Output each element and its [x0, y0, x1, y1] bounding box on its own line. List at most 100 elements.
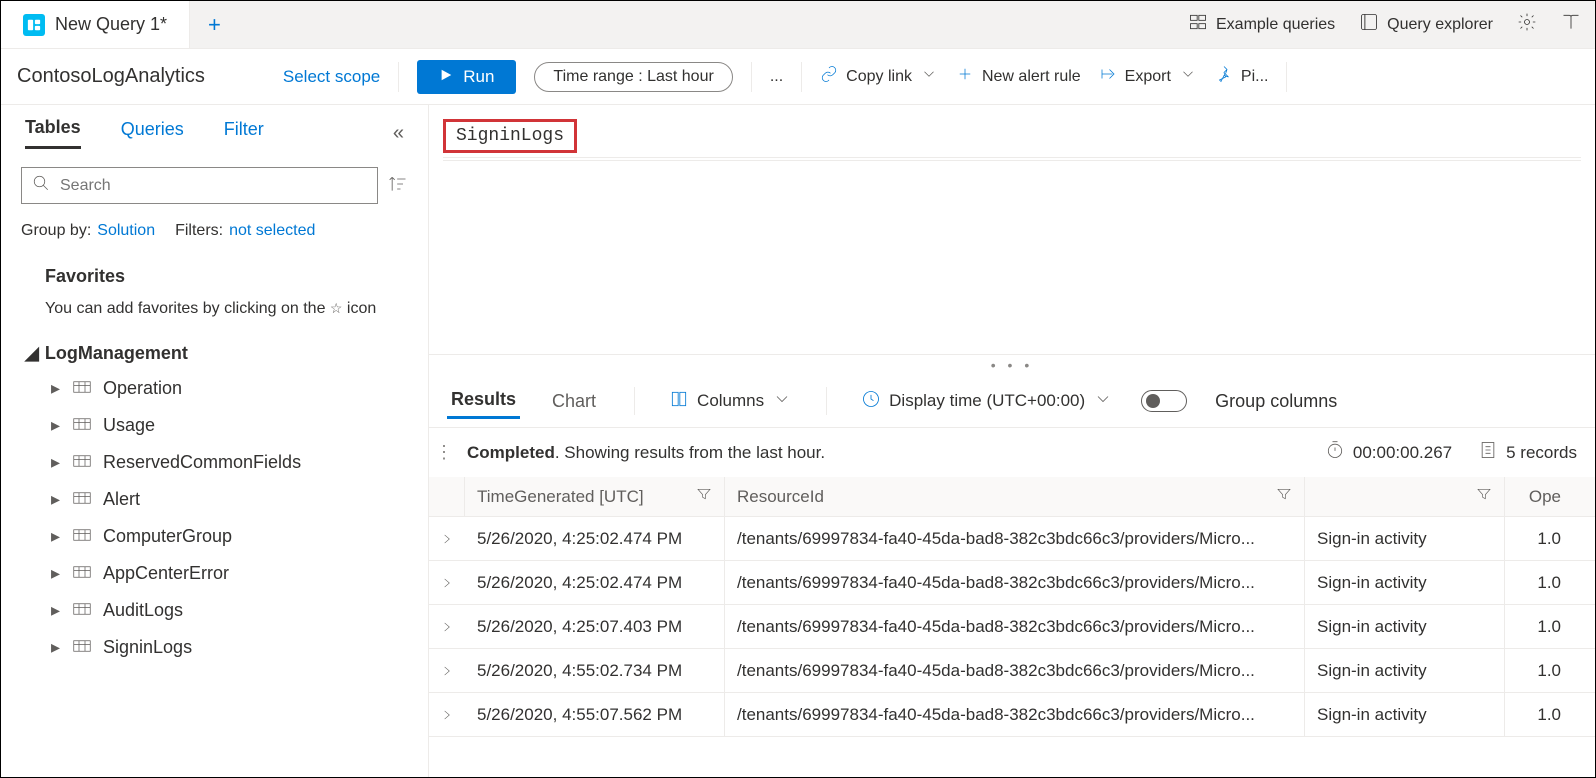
tab-queries[interactable]: Queries: [121, 119, 184, 148]
table-item-label: Usage: [103, 415, 155, 436]
col-header-resourceid[interactable]: ResourceId: [725, 477, 1305, 516]
splitter-handle[interactable]: • • •: [429, 355, 1595, 375]
cell-operationname: Sign-in activity: [1305, 517, 1505, 560]
table-icon: [73, 415, 91, 436]
pin-button[interactable]: Pi...: [1215, 65, 1269, 88]
expand-row-button[interactable]: [429, 517, 465, 560]
chevron-down-icon: [772, 389, 792, 414]
cell-resourceid: /tenants/69997834-fa40-45da-bad8-382c3bd…: [725, 693, 1305, 736]
copy-link-button[interactable]: Copy link: [820, 65, 938, 88]
col-header-timegenerated[interactable]: TimeGenerated [UTC]: [465, 477, 725, 516]
search-input[interactable]: [21, 167, 378, 204]
caret-right-icon: ▸: [51, 637, 61, 658]
cell-number: 1.0: [1505, 517, 1573, 560]
example-queries-button[interactable]: Example queries: [1188, 12, 1335, 37]
export-button[interactable]: Export: [1099, 65, 1197, 88]
new-alert-rule-button[interactable]: New alert rule: [956, 65, 1081, 88]
display-time-label: Display time (UTC+00:00): [889, 391, 1085, 411]
query-text-highlight: SigninLogs: [443, 119, 577, 153]
col-header-operationname[interactable]: [1305, 477, 1505, 516]
chevron-down-icon: [1093, 389, 1113, 414]
table-item[interactable]: ▸Operation: [51, 370, 404, 407]
group-by-value[interactable]: Solution: [97, 222, 155, 240]
collapse-sidebar-button[interactable]: «: [393, 122, 404, 145]
play-icon: [439, 67, 453, 87]
caret-right-icon: ▸: [51, 378, 61, 399]
time-range-value: Last hour: [647, 68, 714, 85]
cell-number: 1.0: [1505, 561, 1573, 604]
clock-icon: [861, 389, 881, 414]
columns-button[interactable]: Columns: [669, 389, 792, 414]
chevron-down-icon: [1179, 65, 1197, 88]
content: SigninLogs • • • Results Chart Columns D…: [429, 105, 1595, 777]
table-icon: [73, 563, 91, 584]
cell-operationname: Sign-in activity: [1305, 649, 1505, 692]
cell-operationname: Sign-in activity: [1305, 561, 1505, 604]
table-item-label: AuditLogs: [103, 600, 183, 621]
divider: [398, 62, 399, 92]
filter-icon[interactable]: [1276, 486, 1292, 507]
gear-icon: [1517, 12, 1537, 37]
cell-operationname: Sign-in activity: [1305, 605, 1505, 648]
cell-timegenerated: 5/26/2020, 4:25:07.403 PM: [465, 605, 725, 648]
table-item[interactable]: ▸Alert: [51, 481, 404, 518]
cell-number: 1.0: [1505, 649, 1573, 692]
query-editor[interactable]: SigninLogs: [429, 105, 1595, 355]
sort-button[interactable]: [388, 174, 408, 197]
tab-results[interactable]: Results: [447, 383, 520, 419]
query-explorer-button[interactable]: Query explorer: [1359, 12, 1493, 37]
table-row[interactable]: 5/26/2020, 4:25:07.403 PM/tenants/699978…: [429, 605, 1595, 649]
table-item[interactable]: ▸ ReservedCommonFields: [51, 444, 404, 481]
query-tab[interactable]: New Query 1*: [1, 1, 190, 48]
filter-icon[interactable]: [1476, 486, 1492, 507]
caret-right-icon: ▸: [51, 415, 61, 436]
table-item[interactable]: ▸SigninLogs: [51, 629, 404, 666]
table-row[interactable]: 5/26/2020, 4:25:02.474 PM/tenants/699978…: [429, 517, 1595, 561]
tree-group-logmanagement[interactable]: ◢ LogManagement: [25, 337, 404, 370]
time-range-picker[interactable]: Time range : Last hour: [534, 62, 732, 92]
col-header-operationversion[interactable]: Ope: [1505, 477, 1573, 516]
copy-link-label: Copy link: [846, 68, 912, 86]
expand-row-button[interactable]: [429, 561, 465, 604]
table-item[interactable]: ▸AppCenterError: [51, 555, 404, 592]
vertical-dots-handle[interactable]: ⋮: [435, 442, 453, 463]
more-actions-button[interactable]: ...: [770, 68, 783, 86]
records-count: 5 records: [1478, 440, 1577, 465]
tab-tables[interactable]: Tables: [25, 117, 81, 149]
tab-bar: New Query 1* + Example queries Query exp…: [1, 1, 1595, 49]
run-button[interactable]: Run: [417, 60, 516, 94]
tables-tree: ◢ LogManagement ▸Operation▸Usage▸Reserve…: [1, 327, 428, 676]
table-row[interactable]: 5/26/2020, 4:55:07.562 PM/tenants/699978…: [429, 693, 1595, 737]
table-row[interactable]: 5/26/2020, 4:55:02.734 PM/tenants/699978…: [429, 649, 1595, 693]
filters-label: Filters:: [175, 222, 223, 240]
select-scope-link[interactable]: Select scope: [283, 67, 380, 87]
settings-button[interactable]: [1517, 12, 1537, 37]
table-item[interactable]: ▸ Usage: [51, 407, 404, 444]
query-tab-title: New Query 1*: [55, 14, 167, 35]
display-time-button[interactable]: Display time (UTC+00:00): [861, 389, 1113, 414]
expand-row-button[interactable]: [429, 605, 465, 648]
expand-row-button[interactable]: [429, 693, 465, 736]
time-range-label: Time range :: [553, 68, 647, 85]
table-icon: [73, 637, 91, 658]
favorites-hint: You can add favorites by clicking on the…: [45, 297, 384, 321]
cell-number: 1.0: [1505, 605, 1573, 648]
table-row[interactable]: 5/26/2020, 4:25:02.474 PM/tenants/699978…: [429, 561, 1595, 605]
help-panel-button[interactable]: [1561, 12, 1581, 37]
table-item-label: ReservedCommonFields: [103, 452, 301, 473]
table-item-label: ComputerGroup: [103, 526, 232, 547]
records-icon: [1478, 440, 1498, 465]
book-icon: [1561, 12, 1581, 37]
group-columns-toggle[interactable]: [1141, 390, 1187, 412]
caret-right-icon: ▸: [51, 452, 61, 473]
add-tab-button[interactable]: +: [190, 1, 239, 48]
filters-value[interactable]: not selected: [229, 222, 315, 240]
expand-row-button[interactable]: [429, 649, 465, 692]
table-item[interactable]: ▸ComputerGroup: [51, 518, 404, 555]
search-input-field[interactable]: [60, 177, 367, 195]
tab-filter[interactable]: Filter: [224, 119, 264, 148]
tab-chart[interactable]: Chart: [548, 385, 600, 418]
filter-icon[interactable]: [696, 486, 712, 507]
search-icon: [32, 174, 50, 197]
table-item[interactable]: ▸AuditLogs: [51, 592, 404, 629]
